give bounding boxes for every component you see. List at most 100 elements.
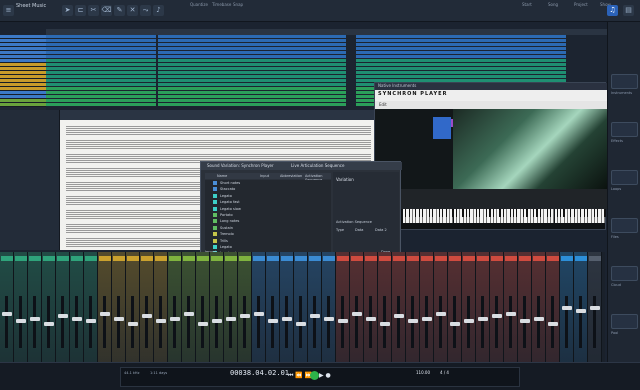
channel-name-plate[interactable] [141, 256, 153, 261]
quantize-label[interactable]: Quantize [190, 2, 208, 7]
volume-fader-knob[interactable] [30, 316, 40, 321]
channel-strip[interactable] [490, 252, 504, 362]
channel-strip[interactable] [336, 252, 350, 362]
volume-fader-track[interactable] [481, 296, 484, 348]
variation-row[interactable]: Trills [205, 238, 331, 244]
volume-fader-track[interactable] [593, 296, 596, 348]
browser-tab-pool[interactable] [611, 314, 638, 329]
variation-row[interactable]: Portato [205, 212, 331, 218]
range-tool-icon[interactable]: ⊏ [75, 5, 86, 16]
event-clip[interactable] [46, 59, 156, 62]
variation-row[interactable]: Short notes [205, 180, 331, 186]
volume-fader-track[interactable] [243, 296, 246, 348]
event-clip[interactable] [356, 39, 566, 42]
event-clip[interactable] [46, 55, 156, 58]
volume-fader-knob[interactable] [114, 316, 124, 321]
channel-strip[interactable] [588, 252, 602, 362]
event-clip[interactable] [158, 83, 346, 86]
volume-fader-knob[interactable] [142, 314, 152, 319]
channel-strip[interactable] [350, 252, 364, 362]
channel-name-plate[interactable] [323, 256, 335, 261]
start-label[interactable]: Start [522, 2, 532, 7]
channel-name-plate[interactable] [1, 256, 13, 261]
volume-fader-knob[interactable] [366, 316, 376, 321]
volume-fader-knob[interactable] [72, 316, 82, 321]
event-clip[interactable] [158, 43, 346, 46]
listen-tool-icon[interactable]: ♪ [153, 5, 164, 16]
channel-name-plate[interactable] [463, 256, 475, 261]
event-clip[interactable] [46, 87, 156, 90]
event-clip[interactable] [46, 95, 156, 98]
split-tool-icon[interactable]: ✂ [88, 5, 99, 16]
channel-name-plate[interactable] [267, 256, 279, 261]
volume-fader-knob[interactable] [492, 314, 502, 319]
event-clip[interactable] [158, 95, 346, 98]
volume-fader-knob[interactable] [254, 311, 264, 316]
volume-fader-knob[interactable] [380, 322, 390, 326]
event-clip[interactable] [158, 87, 346, 90]
live-articulation-tab[interactable]: Live Articulation Sequence [291, 163, 344, 168]
volume-fader-knob[interactable] [450, 322, 460, 326]
channel-strip[interactable] [574, 252, 588, 362]
channel-name-plate[interactable] [127, 256, 139, 261]
channel-strip[interactable] [364, 252, 378, 362]
volume-fader-knob[interactable] [534, 316, 544, 321]
volume-fader-knob[interactable] [422, 316, 432, 321]
event-clip[interactable] [356, 43, 566, 46]
menu-icon[interactable]: ≡ [3, 5, 14, 16]
channel-name-plate[interactable] [29, 256, 41, 261]
arrow-tool-icon[interactable]: ➤ [62, 5, 73, 16]
paint-tool-icon[interactable]: ✎ [114, 5, 125, 16]
channel-name-plate[interactable] [561, 256, 573, 261]
variation-row[interactable]: Legato slow [205, 206, 331, 212]
track-list[interactable] [0, 35, 46, 110]
channel-name-plate[interactable] [281, 256, 293, 261]
volume-fader-knob[interactable] [2, 311, 12, 316]
channel-name-plate[interactable] [575, 256, 587, 261]
channel-name-plate[interactable] [225, 256, 237, 261]
channel-strip[interactable] [504, 252, 518, 362]
channel-strip[interactable] [462, 252, 476, 362]
channel-strip[interactable] [252, 252, 266, 362]
event-clip[interactable] [158, 35, 346, 38]
volume-fader-track[interactable] [355, 296, 358, 348]
volume-fader-track[interactable] [5, 296, 8, 348]
channel-name-plate[interactable] [407, 256, 419, 261]
channel-name-plate[interactable] [253, 256, 265, 261]
event-clip[interactable] [46, 83, 156, 86]
volume-fader-track[interactable] [327, 296, 330, 348]
event-clip[interactable] [158, 67, 346, 70]
plugin-mixer-sliders[interactable] [375, 189, 607, 209]
channel-strip[interactable] [28, 252, 42, 362]
channel-strip[interactable] [420, 252, 434, 362]
volume-fader-knob[interactable] [198, 322, 208, 326]
volume-fader-track[interactable] [33, 296, 36, 348]
event-clip[interactable] [46, 103, 156, 106]
channel-strip[interactable] [280, 252, 294, 362]
plugin-edit-tab[interactable]: Edit [379, 102, 387, 107]
event-clip[interactable] [356, 51, 566, 54]
channel-strip[interactable] [56, 252, 70, 362]
channel-strip[interactable] [154, 252, 168, 362]
event-clip[interactable] [46, 79, 156, 82]
volume-fader-knob[interactable] [562, 306, 572, 311]
channel-name-plate[interactable] [43, 256, 55, 261]
event-clip[interactable] [158, 103, 346, 106]
channel-strip[interactable] [42, 252, 56, 362]
channel-strip[interactable] [560, 252, 574, 362]
variation-row[interactable]: Legato fast [205, 199, 331, 205]
volume-fader-knob[interactable] [394, 314, 404, 319]
event-clip[interactable] [158, 47, 346, 50]
event-clip[interactable] [158, 59, 346, 62]
channel-strip[interactable] [210, 252, 224, 362]
channel-strip[interactable] [322, 252, 336, 362]
channel-strip[interactable] [378, 252, 392, 362]
channel-name-plate[interactable] [71, 256, 83, 261]
channel-strip[interactable] [308, 252, 322, 362]
volume-fader-track[interactable] [117, 296, 120, 348]
channel-name-plate[interactable] [547, 256, 559, 261]
event-clip[interactable] [356, 75, 566, 78]
volume-fader-knob[interactable] [352, 311, 362, 316]
event-clip[interactable] [158, 51, 346, 54]
event-clip[interactable] [158, 63, 346, 66]
